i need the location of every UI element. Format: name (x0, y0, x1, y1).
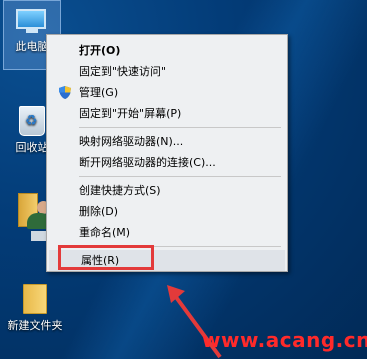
computer-icon (16, 9, 48, 35)
watermark: www.acang.cn (202, 328, 367, 352)
recycle-bin-icon (19, 106, 45, 136)
menu-separator (79, 127, 281, 128)
menu-item-rename[interactable]: 重命名(M) (47, 222, 287, 243)
shield-icon (59, 86, 71, 99)
menu-item-label: 管理(G) (79, 86, 119, 99)
context-menu: 打开(O) 固定到"快速访问" 管理(G) 固定到"开始"屏幕(P) 映射网络驱… (46, 34, 288, 272)
menu-item-pin-start[interactable]: 固定到"开始"屏幕(P) (47, 103, 287, 124)
menu-item-map-network-drive[interactable]: 映射网络驱动器(N)... (47, 131, 287, 152)
menu-item-disconnect-network-drive[interactable]: 断开网络驱动器的连接(C)... (47, 152, 287, 173)
menu-item-delete[interactable]: 删除(D) (47, 201, 287, 222)
menu-item-create-shortcut[interactable]: 创建快捷方式(S) (47, 180, 287, 201)
menu-item-manage[interactable]: 管理(G) (47, 82, 287, 103)
menu-separator (79, 176, 281, 177)
desktop-icon-new-folder[interactable]: 新建文件夹 (3, 280, 67, 346)
folder-icon (23, 284, 47, 314)
menu-item-open[interactable]: 打开(O) (47, 40, 287, 61)
menu-item-pin-quick-access[interactable]: 固定到"快速访问" (47, 61, 287, 82)
desktop-icon-label: 新建文件夹 (7, 319, 63, 332)
highlight-box (58, 245, 154, 270)
